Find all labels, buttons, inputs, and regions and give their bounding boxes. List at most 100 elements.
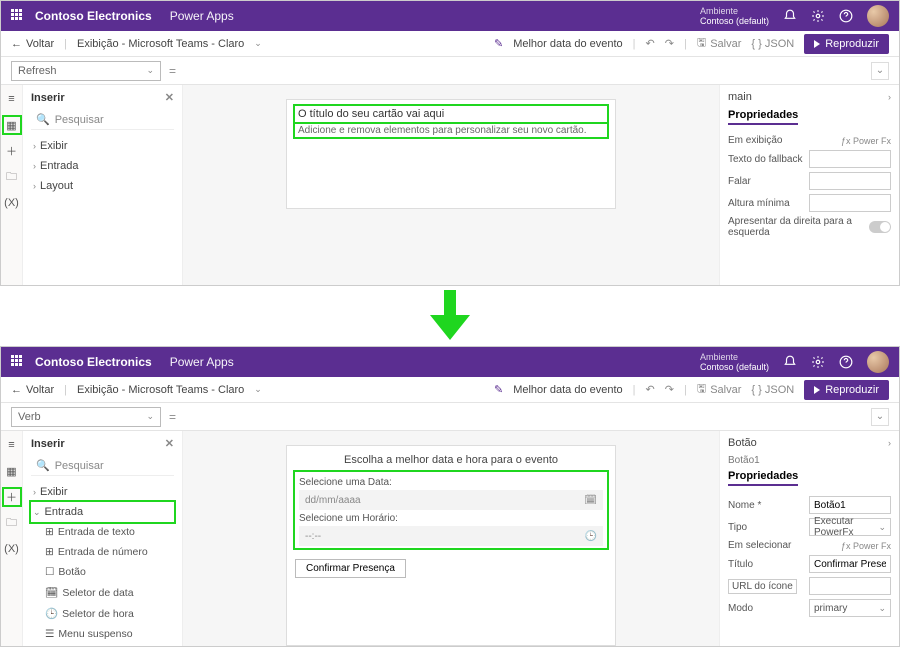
clock-icon[interactable]: 🕒 bbox=[585, 531, 597, 542]
fallback-input[interactable] bbox=[809, 150, 891, 168]
help-icon[interactable] bbox=[839, 355, 853, 369]
avatar[interactable] bbox=[867, 5, 889, 27]
tree-item-exibir[interactable]: ›Exibir bbox=[31, 482, 174, 502]
tree-item-entrada[interactable]: ⌄Entrada bbox=[31, 502, 174, 522]
time-label: Selecione um Horário: bbox=[299, 513, 603, 524]
formula-bar: Refresh⌄ = ⌄ bbox=[1, 57, 899, 85]
properties-pane: Botão› Botão1 Propriedades Nome * TipoEx… bbox=[719, 431, 899, 646]
close-icon[interactable]: ✕ bbox=[165, 437, 174, 450]
back-button[interactable]: ←Voltar bbox=[11, 384, 54, 396]
search-input[interactable]: 🔍Pesquisar bbox=[31, 110, 174, 130]
help-icon[interactable] bbox=[839, 9, 853, 23]
confirm-button[interactable]: Confirmar Presença bbox=[295, 559, 406, 578]
type-select[interactable]: Executar PowerFx⌄ bbox=[809, 518, 891, 536]
insert-pane: Inserir✕ 🔍Pesquisar ›Exibir ›Entrada ›La… bbox=[23, 85, 183, 285]
save-button[interactable]: 🖫 Salvar bbox=[697, 380, 742, 399]
canvas[interactable]: Escolha a melhor data e hora para o even… bbox=[183, 431, 719, 646]
data-icon[interactable]: 🗀 bbox=[4, 515, 20, 531]
left-rail: ≡ ▦ ＋ 🗀 (X) bbox=[1, 431, 23, 646]
subitem-time-picker[interactable]: 🕒 Seletor de hora bbox=[31, 603, 174, 624]
tab-properties[interactable]: Propriedades bbox=[728, 470, 798, 486]
card-preview[interactable]: Escolha a melhor data e hora para o even… bbox=[286, 445, 616, 646]
variables-icon[interactable]: (X) bbox=[4, 541, 20, 557]
expand-icon[interactable]: › bbox=[888, 438, 891, 448]
breadcrumb[interactable]: Exibição - Microsoft Teams - Claro bbox=[77, 384, 244, 396]
redo-button[interactable]: ↷ bbox=[665, 37, 674, 50]
gear-icon[interactable] bbox=[811, 9, 825, 23]
play-button[interactable]: Reproduzir bbox=[804, 380, 889, 400]
environment-picker[interactable]: Ambiente Contoso (default) bbox=[700, 6, 769, 26]
title-input[interactable] bbox=[809, 555, 891, 573]
date-input[interactable]: dd/mm/aaaa🗓 bbox=[299, 490, 603, 510]
command-bar: ←Voltar | Exibição - Microsoft Teams - C… bbox=[1, 377, 899, 403]
product-name: Power Apps bbox=[170, 355, 234, 369]
iconurl-input[interactable] bbox=[809, 577, 891, 595]
tree-item-entrada[interactable]: ›Entrada bbox=[31, 156, 174, 176]
formula-bar: Verb⌄ = ⌄ bbox=[1, 403, 899, 431]
expand-formula-icon[interactable]: ⌄ bbox=[871, 408, 889, 426]
variables-icon[interactable]: (X) bbox=[4, 195, 20, 211]
avatar[interactable] bbox=[867, 351, 889, 373]
card-preview[interactable]: O título do seu cartão vai aqui Adicione… bbox=[286, 99, 616, 209]
tree-item-exibir[interactable]: ›Exibir bbox=[31, 136, 174, 156]
subitem-text-input[interactable]: ⊞ Entrada de texto bbox=[31, 522, 174, 542]
undo-button[interactable]: ↶ bbox=[646, 383, 655, 396]
subitem-button[interactable]: ☐ Botão bbox=[31, 562, 174, 582]
canvas[interactable]: O título do seu cartão vai aqui Adicione… bbox=[183, 85, 719, 285]
card-title[interactable]: O título do seu cartão vai aqui bbox=[295, 106, 607, 122]
tree-view-icon[interactable]: ≡ bbox=[4, 437, 20, 453]
subitem-number-input[interactable]: ⊞ Entrada de número bbox=[31, 542, 174, 562]
json-button[interactable]: { } JSON bbox=[751, 38, 794, 50]
save-button[interactable]: 🖫 Salvar bbox=[697, 34, 742, 53]
mode-select[interactable]: primary⌄ bbox=[809, 599, 891, 617]
card-heading[interactable]: Escolha a melhor data e hora para o even… bbox=[295, 454, 607, 466]
title-field[interactable]: Melhor data do evento bbox=[513, 384, 622, 396]
product-name: Power Apps bbox=[170, 9, 234, 23]
selected-element: Botão bbox=[728, 437, 757, 449]
name-input[interactable] bbox=[809, 496, 891, 514]
waffle-icon[interactable] bbox=[11, 9, 25, 23]
close-icon[interactable]: ✕ bbox=[165, 91, 174, 104]
back-button[interactable]: ←Voltar bbox=[11, 38, 54, 50]
brand: Contoso Electronics bbox=[35, 9, 152, 23]
expand-icon[interactable]: › bbox=[888, 92, 891, 102]
subitem-dropdown[interactable]: ☰ Menu suspenso bbox=[31, 624, 174, 644]
minheight-input[interactable] bbox=[809, 194, 891, 212]
search-input[interactable]: 🔍Pesquisar bbox=[31, 456, 174, 476]
environment-picker[interactable]: Ambiente Contoso (default) bbox=[700, 352, 769, 372]
tab-properties[interactable]: Propriedades bbox=[728, 109, 798, 125]
subitem-date-picker[interactable]: 🗓 Seletor de data bbox=[31, 582, 174, 603]
element-id: Botão1 bbox=[728, 455, 891, 466]
property-selector[interactable]: Refresh⌄ bbox=[11, 61, 161, 81]
insert-icon[interactable]: ▦ bbox=[4, 117, 20, 133]
insert-pane: Inserir✕ 🔍Pesquisar ›Exibir ⌄Entrada ⊞ E… bbox=[23, 431, 183, 646]
arrow-down-icon bbox=[430, 290, 470, 340]
title-field[interactable]: Melhor data do evento bbox=[513, 38, 622, 50]
expand-formula-icon[interactable]: ⌄ bbox=[871, 62, 889, 80]
tree-view-icon[interactable]: ≡ bbox=[4, 91, 20, 107]
undo-button[interactable]: ↶ bbox=[646, 37, 655, 50]
waffle-icon[interactable] bbox=[11, 355, 25, 369]
add-icon[interactable]: ＋ bbox=[4, 489, 20, 505]
brand: Contoso Electronics bbox=[35, 355, 152, 369]
insert-icon[interactable]: ▦ bbox=[4, 463, 20, 479]
gear-icon[interactable] bbox=[811, 355, 825, 369]
data-icon[interactable]: 🗀 bbox=[4, 169, 20, 185]
bell-icon[interactable] bbox=[783, 355, 797, 369]
card-subtitle[interactable]: Adicione e remova elementos para persona… bbox=[295, 124, 607, 137]
property-selector[interactable]: Verb⌄ bbox=[11, 407, 161, 427]
add-icon[interactable]: ＋ bbox=[4, 143, 20, 159]
app-header: Contoso Electronics Power Apps Ambiente … bbox=[1, 347, 899, 377]
json-button[interactable]: { } JSON bbox=[751, 384, 794, 396]
calendar-icon[interactable]: 🗓 bbox=[584, 495, 597, 506]
redo-button[interactable]: ↷ bbox=[665, 383, 674, 396]
breadcrumb[interactable]: Exibição - Microsoft Teams - Claro bbox=[77, 38, 244, 50]
tree-item-layout[interactable]: ›Layout bbox=[31, 176, 174, 196]
play-button[interactable]: Reproduzir bbox=[804, 34, 889, 54]
bell-icon[interactable] bbox=[783, 9, 797, 23]
time-input[interactable]: --:--🕒 bbox=[299, 526, 603, 546]
speak-input[interactable] bbox=[809, 172, 891, 190]
selected-element: main bbox=[728, 91, 752, 103]
rtl-toggle[interactable] bbox=[869, 221, 891, 233]
date-label: Selecione uma Data: bbox=[299, 477, 603, 488]
